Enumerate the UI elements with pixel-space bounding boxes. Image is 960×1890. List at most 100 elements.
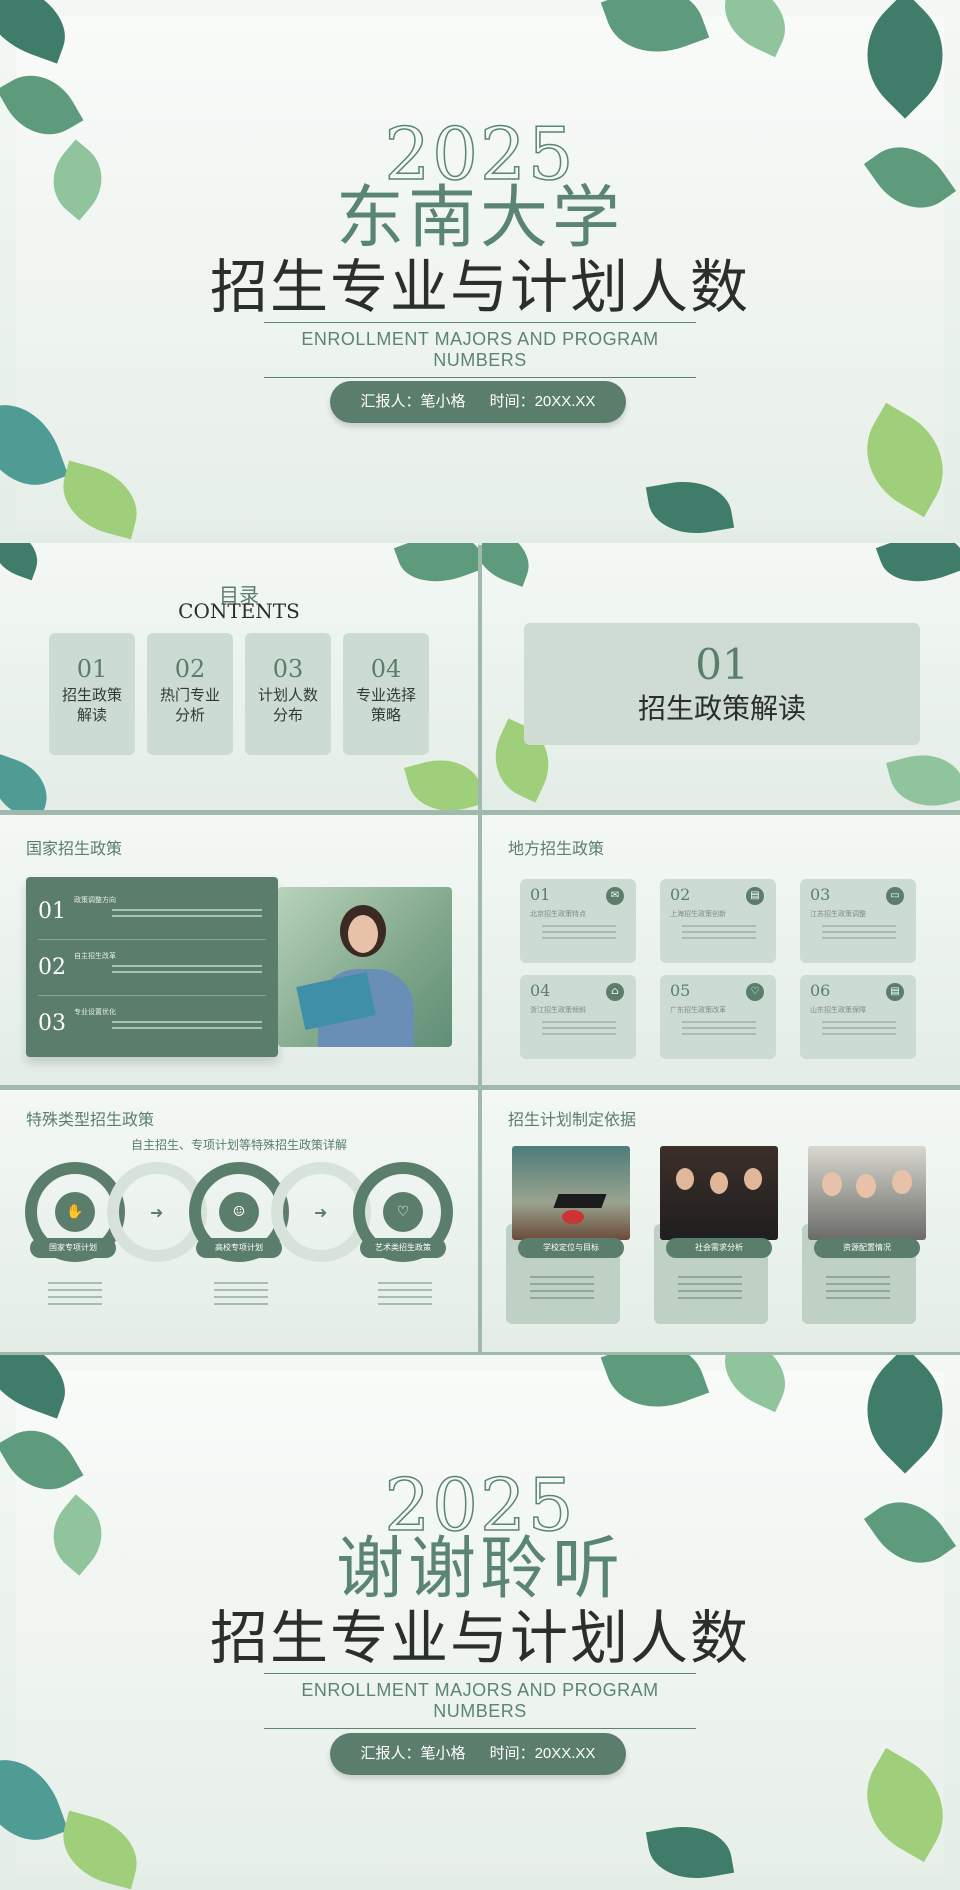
slide-title: 国家招生政策 bbox=[26, 839, 123, 858]
section-number: 01 bbox=[695, 640, 749, 689]
student-photo bbox=[278, 887, 452, 1047]
card-text-lines bbox=[542, 925, 616, 927]
national-policy-slide: 国家招生政策 01 政策调整方向 02 自主招生改革 03 专业设置优化 bbox=[0, 815, 478, 1085]
contents-slide: 目录 CONTENTS 01 招生政策解读 02 热门专业分析 03 计划人数分… bbox=[0, 543, 478, 810]
leaf-decoration bbox=[886, 744, 960, 810]
contents-item-label: 招生政策解读 bbox=[61, 686, 122, 724]
special-policy-slide: 特殊类型招生政策 自主招生、专项计划等特殊招生政策详解 ➜ ➜ ✋ ☺ ♡ 国家… bbox=[0, 1090, 478, 1352]
cover-slide: 2025 东南大学 招生专业与计划人数 ENROLLMENT MAJORS AN… bbox=[0, 0, 960, 545]
basis-label-pill: 学校定位与目标 bbox=[518, 1238, 624, 1258]
policy-row: 01 政策调整方向 bbox=[38, 891, 266, 940]
reporter-text: 汇报人：笔小格 bbox=[360, 393, 466, 410]
thanks-slide: 2025 谢谢聆听 招生专业与计划人数 ENROLLMENT MAJORS AN… bbox=[0, 1355, 960, 1890]
home-icon: ⌂ bbox=[606, 983, 624, 1001]
card-heading: 山东招生政策保障 bbox=[810, 1007, 866, 1014]
doc-icon: ▤ bbox=[746, 887, 764, 905]
cover-subtitle-en: ENROLLMENT MAJORS AND PROGRAM NUMBERS bbox=[264, 322, 696, 378]
contents-item-number: 01 bbox=[76, 655, 108, 683]
row-number: 01 bbox=[38, 899, 66, 924]
contents-title-en: CONTENTS bbox=[178, 599, 300, 623]
leaf-decoration bbox=[482, 543, 538, 587]
card-heading: 浙江招生政策倾斜 bbox=[530, 1007, 586, 1014]
reporter-pill: 汇报人：笔小格 时间：20XX.XX bbox=[330, 381, 626, 423]
slide-subtitle: 自主招生、专项计划等特殊招生政策详解 bbox=[130, 1138, 347, 1152]
row-text-lines bbox=[112, 1021, 262, 1023]
hand-icon: ✋ bbox=[66, 1204, 84, 1220]
contents-item-04[interactable]: 04 专业选择策略 bbox=[343, 633, 429, 755]
students-photo bbox=[808, 1146, 926, 1240]
user-icon: ☺ bbox=[232, 1204, 246, 1220]
card-text-lines bbox=[682, 1021, 756, 1023]
card-number: 01 bbox=[530, 885, 551, 904]
screen-icon: ▭ bbox=[886, 887, 904, 905]
card-heading: 江苏招生政策调整 bbox=[810, 911, 866, 918]
contents-item-02[interactable]: 02 热门专业分析 bbox=[147, 633, 233, 755]
card-text-lines bbox=[822, 925, 896, 927]
photo-person-face bbox=[348, 915, 378, 953]
cover-title: 招生专业与计划人数 bbox=[209, 253, 750, 321]
special-label-pill: 国家专项计划 bbox=[30, 1238, 116, 1258]
slide-title: 特殊类型招生政策 bbox=[26, 1110, 155, 1129]
local-policy-card: 05 ♡ 广东招生政策改革 bbox=[660, 975, 776, 1059]
card-number: 03 bbox=[810, 885, 831, 904]
graduation-cap-photo bbox=[512, 1146, 630, 1240]
special-label-pill: 艺术类招生政策 bbox=[360, 1238, 446, 1258]
doc-icon: ▤ bbox=[886, 983, 904, 1001]
leaf-decoration bbox=[0, 754, 57, 810]
local-policy-slide: 地方招生政策 01 ✉ 北京招生政策特点 02 ▤ 上海招生政策创新 03 ▭ … bbox=[482, 815, 960, 1085]
heart-icon: ♡ bbox=[396, 1204, 410, 1220]
heart-icon: ♡ bbox=[746, 983, 764, 1001]
reporter-pill: 汇报人：笔小格 时间：20XX.XX bbox=[330, 1733, 626, 1775]
card-heading: 北京招生政策特点 bbox=[530, 911, 586, 918]
contents-item-03[interactable]: 03 计划人数分布 bbox=[245, 633, 331, 755]
reporter-text: 汇报人：笔小格 bbox=[360, 1745, 466, 1762]
text-lines bbox=[678, 1276, 742, 1278]
card-text-lines bbox=[542, 1021, 616, 1023]
pill-label: 学校定位与目标 bbox=[543, 1243, 599, 1252]
pill-label: 国家专项计划 bbox=[49, 1243, 97, 1252]
pill-label: 高校专项计划 bbox=[215, 1243, 263, 1252]
leaf-decoration bbox=[404, 749, 478, 810]
row-number: 02 bbox=[38, 955, 66, 980]
basis-label-pill: 资源配置情况 bbox=[814, 1238, 920, 1258]
local-policy-card: 02 ▤ 上海招生政策创新 bbox=[660, 879, 776, 963]
card-heading: 广东招生政策改革 bbox=[670, 1007, 726, 1014]
row-text-lines bbox=[112, 909, 262, 911]
graduates-photo bbox=[660, 1146, 778, 1240]
card-number: 04 bbox=[530, 981, 551, 1000]
pill-label: 社会需求分析 bbox=[695, 1243, 743, 1252]
local-policy-card: 06 ▤ 山东招生政策保障 bbox=[800, 975, 916, 1059]
pill-label: 艺术类招生政策 bbox=[375, 1243, 431, 1252]
row-number: 03 bbox=[38, 1011, 66, 1036]
card-heading: 上海招生政策创新 bbox=[670, 911, 726, 918]
contents-item-01[interactable]: 01 招生政策解读 bbox=[49, 633, 135, 755]
section-slide: 01 招生政策解读 bbox=[482, 543, 960, 810]
row-heading: 政策调整方向 bbox=[74, 897, 116, 904]
section-banner: 01 招生政策解读 bbox=[524, 623, 920, 745]
photo-face bbox=[822, 1172, 842, 1196]
svg-text:➜: ➜ bbox=[150, 1203, 163, 1222]
contents-item-number: 02 bbox=[174, 655, 206, 683]
thanks-subtitle-en: ENROLLMENT MAJORS AND PROGRAM NUMBERS bbox=[264, 1673, 696, 1729]
local-policy-card: 04 ⌂ 浙江招生政策倾斜 bbox=[520, 975, 636, 1059]
photo-face bbox=[710, 1172, 728, 1194]
text-lines bbox=[378, 1282, 432, 1284]
slide-title: 招生计划制定依据 bbox=[508, 1110, 637, 1129]
card-number: 05 bbox=[670, 981, 691, 1000]
card-text-lines bbox=[822, 1021, 896, 1023]
policy-row: 03 专业设置优化 bbox=[38, 1003, 266, 1051]
photo-diploma bbox=[562, 1210, 584, 1224]
local-policy-card: 01 ✉ 北京招生政策特点 bbox=[520, 879, 636, 963]
section-title: 招生政策解读 bbox=[637, 692, 806, 725]
slide-title: 地方招生政策 bbox=[508, 839, 605, 858]
text-lines bbox=[214, 1282, 268, 1284]
thanks-subtitle: 招生专业与计划人数 bbox=[209, 1604, 750, 1672]
contents-item-label: 热门专业分析 bbox=[159, 686, 220, 724]
photo-cap bbox=[553, 1194, 607, 1208]
text-lines bbox=[826, 1276, 890, 1278]
pill-label: 资源配置情况 bbox=[843, 1243, 891, 1252]
photo-face bbox=[676, 1168, 694, 1190]
leaf-decoration bbox=[0, 543, 46, 581]
card-text-lines bbox=[682, 925, 756, 927]
contents-item-label: 专业选择策略 bbox=[355, 686, 416, 724]
